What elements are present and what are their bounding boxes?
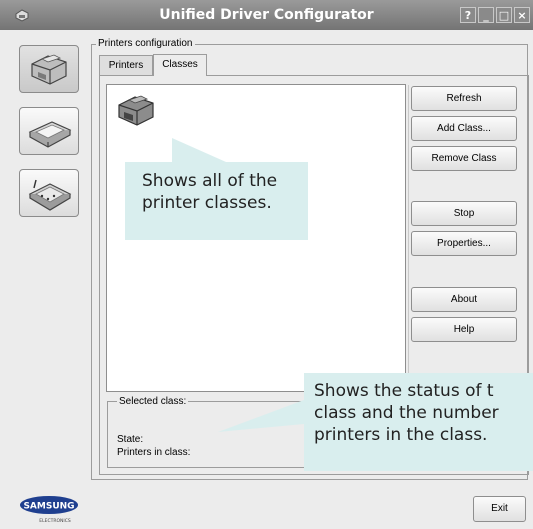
add-class-button[interactable]: Add Class... <box>411 116 517 141</box>
classes-list-callout: Shows all of the printer classes. <box>125 162 308 240</box>
brand-sub-text: ELECTRONICS <box>39 518 71 524</box>
port-icon <box>28 179 72 211</box>
callout-line: Shows all of the <box>142 171 278 191</box>
printer-class-icon[interactable] <box>115 91 159 131</box>
properties-button[interactable]: Properties... <box>411 231 517 256</box>
tab-printers[interactable]: Printers <box>99 55 153 75</box>
remove-class-button[interactable]: Remove Class <box>411 146 517 171</box>
sidebar-item-scanners[interactable] <box>19 107 79 155</box>
brand-text: SAMSUNG <box>23 502 74 512</box>
callout-line: printer classes. <box>142 193 272 213</box>
app-window: Unified Driver Configurator ? _ □ × Prin… <box>0 0 533 529</box>
callout-line: Shows the status of t <box>314 381 494 401</box>
help-button[interactable]: Help <box>411 317 517 342</box>
tab-classes[interactable]: Classes <box>153 54 207 76</box>
samsung-logo: SAMSUNG ELECTRONICS <box>20 496 78 524</box>
status-callout: Shows the status of t class and the numb… <box>304 373 533 471</box>
printers-in-class-label: Printers in class: <box>117 447 191 458</box>
minimize-button[interactable]: _ <box>478 7 494 23</box>
stop-button[interactable]: Stop <box>411 201 517 226</box>
selected-class-title: Selected class: <box>117 396 189 407</box>
help-window-button[interactable]: ? <box>460 7 476 23</box>
maximize-button[interactable]: □ <box>496 7 512 23</box>
about-button[interactable]: About <box>411 287 517 312</box>
scanner-icon <box>28 121 72 148</box>
sidebar-item-ports[interactable] <box>19 169 79 217</box>
close-button[interactable]: × <box>514 7 530 23</box>
callout-line: printers in the class. <box>314 425 488 445</box>
exit-button[interactable]: Exit <box>473 496 526 522</box>
printer-icon <box>31 54 67 85</box>
window-title: Unified Driver Configurator <box>159 7 374 23</box>
refresh-button[interactable]: Refresh <box>411 86 517 111</box>
state-label: State: <box>117 434 144 445</box>
callout-line: class and the number <box>314 403 499 423</box>
sidebar-item-printers[interactable] <box>19 45 79 93</box>
group-title: Printers configuration <box>96 38 195 49</box>
